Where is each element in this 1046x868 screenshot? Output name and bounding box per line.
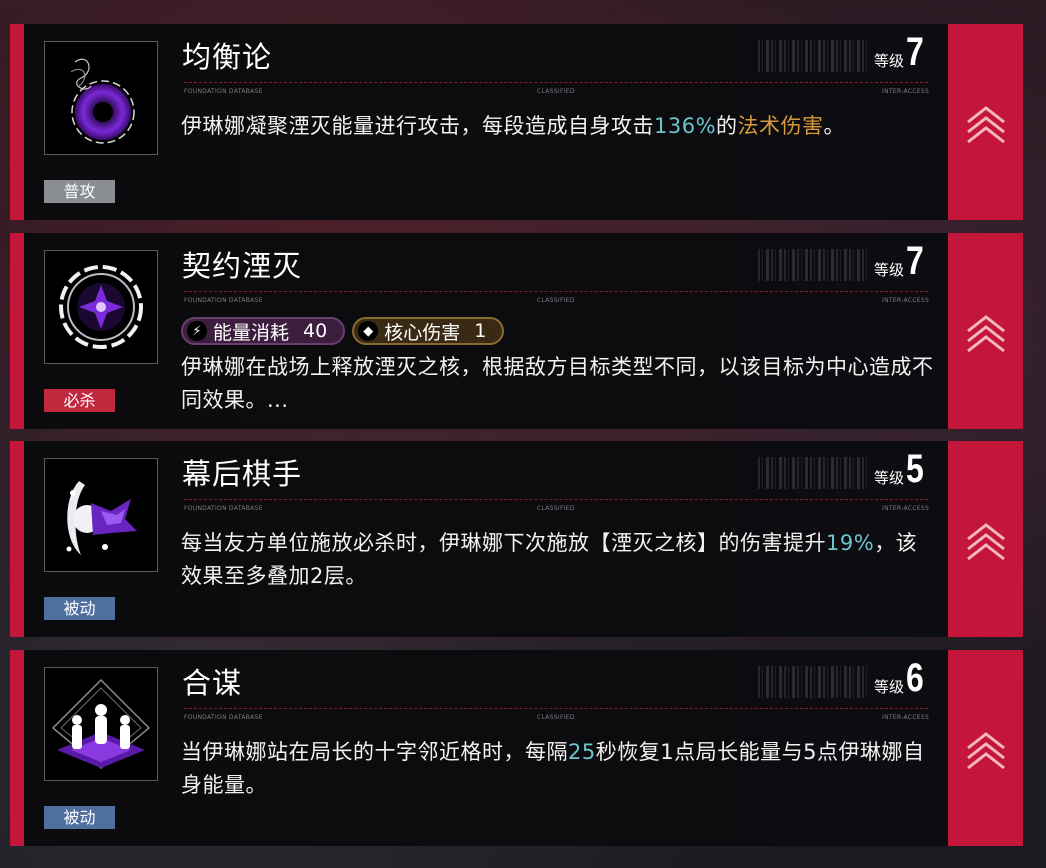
level-value: 5 bbox=[906, 447, 924, 491]
micro-label: INTER-ACCESS bbox=[882, 88, 930, 95]
micro-label: CLASSIFIED bbox=[537, 714, 575, 721]
vortex-icon bbox=[44, 41, 158, 155]
micro-label: FOUNDATION DATABASE bbox=[184, 714, 263, 721]
micro-label: CLASSIFIED bbox=[537, 297, 575, 304]
micro-label: FOUNDATION DATABASE bbox=[184, 505, 263, 512]
level-value: 6 bbox=[906, 656, 924, 700]
micro-label: FOUNDATION DATABASE bbox=[184, 88, 263, 95]
skill-type-tag: 被动 bbox=[44, 806, 115, 829]
upgrade-chevrons-icon bbox=[966, 106, 1005, 144]
skill-title: 幕后棋手 bbox=[182, 457, 303, 491]
skill-card-passive-2[interactable]: 被动 合谋 等级 6 FOUNDATION DATABASE CLASSIFIE… bbox=[10, 650, 1023, 846]
micro-label: INTER-ACCESS bbox=[882, 505, 930, 512]
skill-description: 当伊琳娜站在局长的十字邻近格时，每隔25秒恢复1点局长能量与5点伊琳娜自身能量。 bbox=[181, 740, 925, 797]
upgrade-chevrons-icon bbox=[966, 523, 1005, 561]
upgrade-chevrons-icon bbox=[966, 315, 1005, 353]
skill-type-tag: 必杀 bbox=[44, 389, 115, 412]
upgrade-button[interactable] bbox=[948, 650, 1023, 846]
barcode-decoration bbox=[758, 40, 868, 72]
skill-type-tag: 被动 bbox=[44, 597, 115, 620]
skill-title: 合谋 bbox=[182, 666, 243, 700]
skill-stats: ⚡ 能量消耗 40 ◆ 核心伤害 1 bbox=[181, 317, 505, 345]
upgrade-button[interactable] bbox=[948, 24, 1023, 220]
level-label: 等级 bbox=[874, 261, 905, 279]
splash-crown-icon bbox=[44, 458, 158, 572]
level-label: 等级 bbox=[874, 678, 905, 696]
core-damage-chip: ◆ 核心伤害 1 bbox=[352, 317, 505, 345]
skill-description: 伊琳娜凝聚湮灭能量进行攻击，每段造成自身攻击136%的法术伤害。 bbox=[181, 114, 846, 138]
divider bbox=[184, 499, 928, 500]
skill-card-ultimate[interactable]: 必杀 契约湮灭 等级 7 FOUNDATION DATABASE CLASSIF… bbox=[10, 233, 1023, 429]
skill-title: 契约湮灭 bbox=[182, 249, 303, 283]
lightning-icon: ⚡ bbox=[187, 321, 207, 341]
barcode-decoration bbox=[758, 457, 868, 489]
three-figures-icon bbox=[44, 667, 158, 781]
divider bbox=[184, 82, 928, 83]
level-value: 7 bbox=[906, 239, 924, 283]
upgrade-button[interactable] bbox=[948, 233, 1023, 429]
skill-card-basic[interactable]: 普攻 均衡论 等级 7 FOUNDATION DATABASE CLASSIFI… bbox=[10, 24, 1023, 220]
divider bbox=[184, 708, 928, 709]
annihilation-core-icon bbox=[44, 250, 158, 364]
skill-title: 均衡论 bbox=[182, 40, 273, 74]
energy-cost-chip: ⚡ 能量消耗 40 bbox=[181, 317, 346, 345]
level-label: 等级 bbox=[874, 469, 905, 487]
upgrade-button[interactable] bbox=[948, 441, 1023, 637]
skill-description: 每当友方单位施放必杀时，伊琳娜下次施放【湮灭之核】的伤害提升19%，该效果至多叠… bbox=[181, 531, 918, 588]
micro-label: INTER-ACCESS bbox=[882, 297, 930, 304]
upgrade-chevrons-icon bbox=[966, 732, 1005, 770]
micro-label: INTER-ACCESS bbox=[882, 714, 930, 721]
level-label: 等级 bbox=[874, 52, 905, 70]
barcode-decoration bbox=[758, 666, 868, 698]
level-value: 7 bbox=[906, 30, 924, 74]
divider bbox=[184, 291, 928, 292]
barcode-decoration bbox=[758, 249, 868, 281]
skill-card-passive-1[interactable]: 被动 幕后棋手 等级 5 FOUNDATION DATABASE CLASSIF… bbox=[10, 441, 1023, 637]
micro-label: CLASSIFIED bbox=[537, 505, 575, 512]
skill-description: 伊琳娜在战场上释放湮灭之核，根据敌方目标类型不同，以该目标为中心造成不同效果。.… bbox=[181, 355, 934, 412]
skill-type-tag: 普攻 bbox=[44, 180, 115, 203]
micro-label: FOUNDATION DATABASE bbox=[184, 297, 263, 304]
micro-label: CLASSIFIED bbox=[537, 88, 575, 95]
diamond-icon: ◆ bbox=[358, 321, 379, 341]
